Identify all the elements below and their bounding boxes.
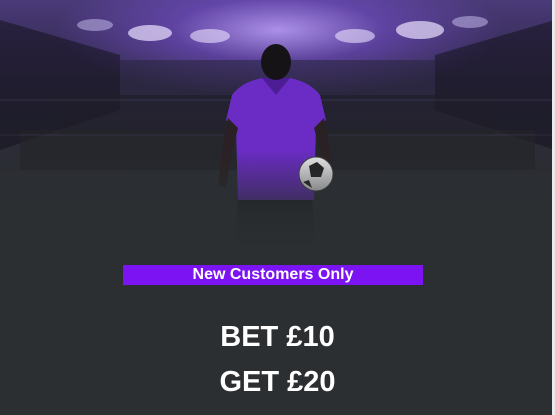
offer-get-text: GET £20 xyxy=(219,366,336,398)
hero-fade-overlay xyxy=(0,150,555,250)
hero-image xyxy=(0,0,555,250)
new-customers-badge: New Customers Only xyxy=(123,265,423,285)
floodlights xyxy=(77,16,488,43)
offer-bet-text: BET £10 xyxy=(220,321,335,353)
promo-banner: New Customers Only BET £10 GET £20 xyxy=(0,0,555,415)
